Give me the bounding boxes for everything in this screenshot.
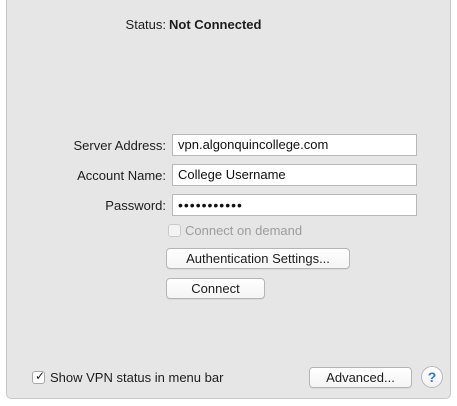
show-vpn-status-label: Show VPN status in menu bar (50, 370, 224, 385)
advanced-button[interactable]: Advanced... (309, 367, 412, 388)
status-label: Status: (125, 17, 166, 32)
show-vpn-status-checkbox[interactable]: ✓ (32, 369, 46, 384)
server-address-label: Server Address: (73, 138, 167, 153)
vpn-settings-panel: Status: Not Connected Server Address: vp… (6, 0, 451, 399)
password-field[interactable]: ••••••••••• (172, 194, 417, 216)
status-value: Not Connected (169, 17, 262, 32)
account-name-field[interactable]: College Username (172, 164, 417, 186)
help-icon[interactable]: ? (421, 366, 443, 388)
connect-on-demand-label: Connect on demand (185, 223, 303, 238)
account-name-label: Account Name: (77, 168, 166, 183)
checkmark-icon: ✓ (35, 369, 46, 383)
server-address-field[interactable]: vpn.algonquincollege.com (172, 134, 417, 156)
connect-on-demand-checkbox[interactable] (168, 224, 181, 237)
authentication-settings-button[interactable]: Authentication Settings... (166, 248, 350, 269)
connect-button[interactable]: Connect (166, 278, 265, 299)
password-label: Password: (105, 198, 166, 213)
